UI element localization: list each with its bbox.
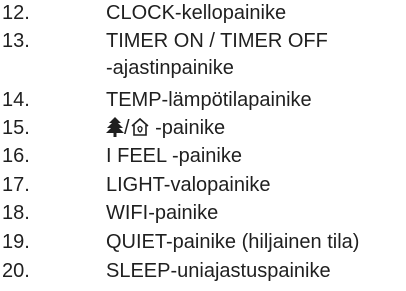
item-number: 18.	[2, 202, 30, 224]
item-text-with-icons: / -painike	[106, 114, 225, 142]
item-number: 19.	[2, 231, 30, 253]
item-number: 17.	[2, 174, 30, 196]
item-text: -ajastinpainike	[106, 57, 234, 79]
item-number: 16.	[2, 145, 30, 167]
item-number: 20.	[2, 260, 30, 282]
manual-list: 12. CLOCK-kellopainike 13. TIMER ON / TI…	[0, 0, 406, 291]
tree-icon	[106, 117, 124, 137]
item-number: 15.	[2, 117, 30, 139]
house-icon	[131, 117, 149, 136]
item-text: SLEEP-uniajastuspainike	[106, 260, 331, 282]
item-number: 13.	[2, 30, 30, 52]
item-text: -painike	[149, 117, 226, 139]
item-text: QUIET-painike (hiljainen tila)	[106, 231, 360, 253]
item-text: CLOCK-kellopainike	[106, 2, 287, 24]
item-text: TEMP-lämpötilapainike	[106, 89, 312, 111]
item-text: WIFI-painike	[106, 202, 219, 224]
item-text: TIMER ON / TIMER OFF	[106, 30, 328, 52]
item-number: 14.	[2, 89, 30, 111]
item-text: LIGHT-valopainike	[106, 174, 271, 196]
item-number: 12.	[2, 2, 30, 24]
item-text: I FEEL -painike	[106, 145, 242, 167]
